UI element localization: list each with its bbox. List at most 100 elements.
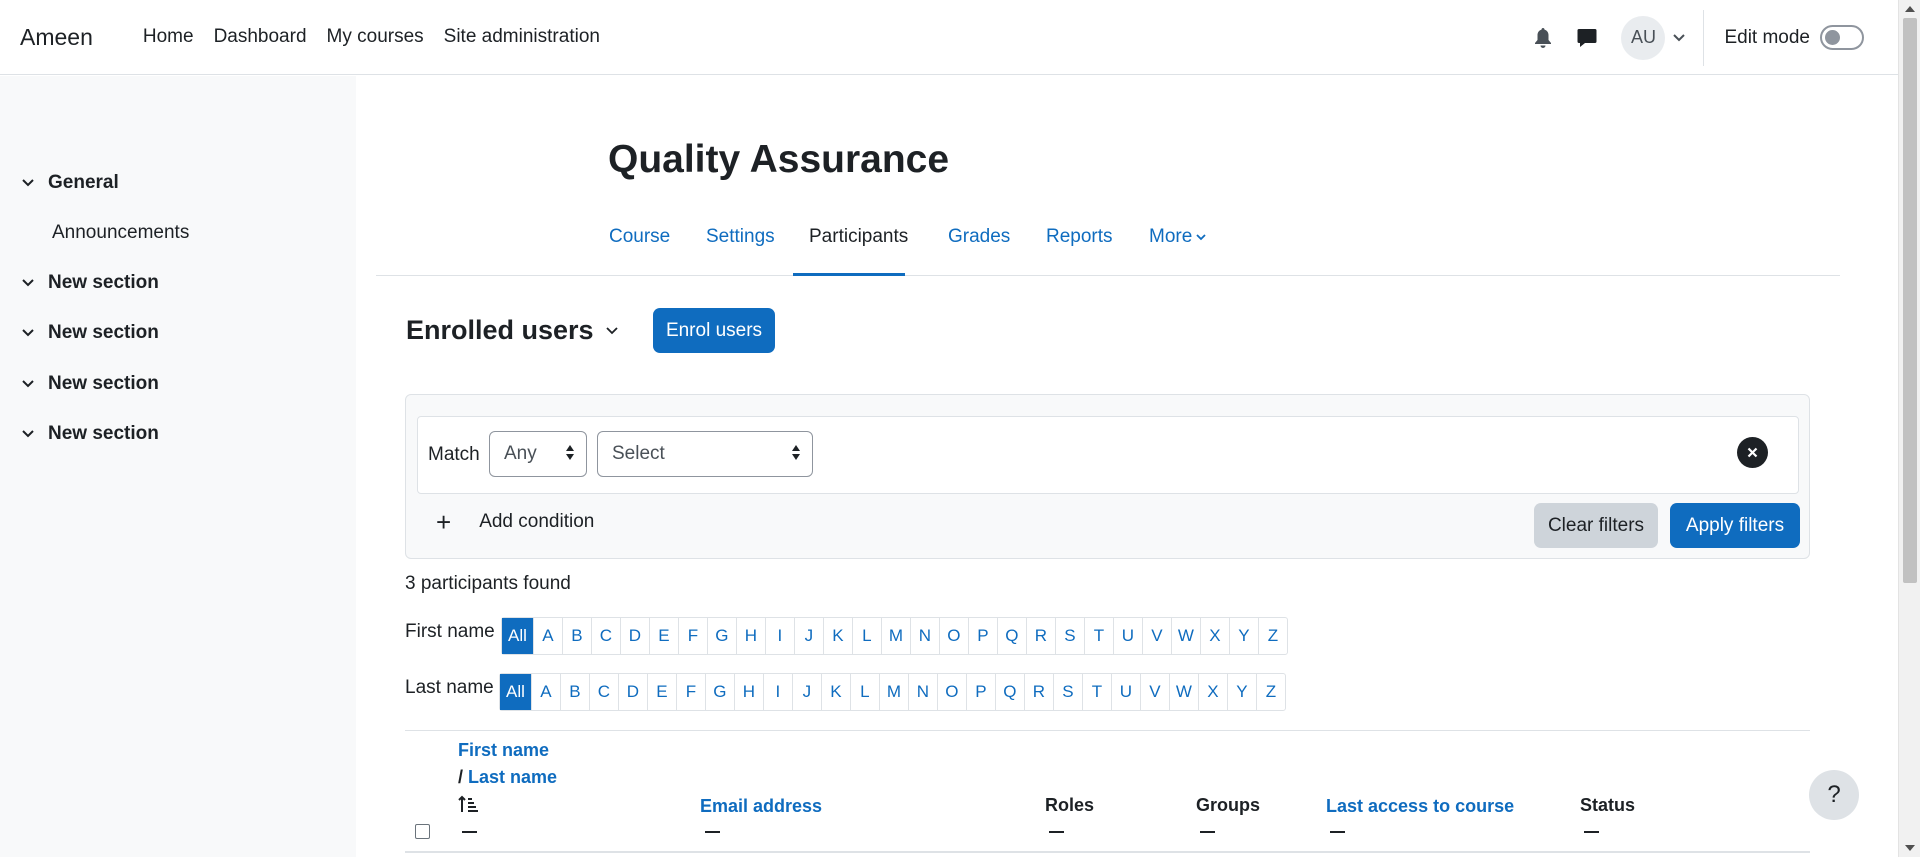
tab-reports[interactable]: Reports — [1046, 226, 1113, 276]
initial-letter-button[interactable]: F — [675, 674, 705, 710]
initial-letter-button[interactable]: U — [1112, 618, 1142, 654]
edit-mode-toggle[interactable] — [1820, 25, 1864, 50]
hide-column-dash-icon[interactable] — [1200, 831, 1215, 833]
initial-letter-button[interactable]: L — [851, 618, 881, 654]
initial-letter-button[interactable]: B — [561, 618, 591, 654]
user-menu-chevron-icon[interactable] — [1673, 33, 1686, 42]
initial-letter-button[interactable]: W — [1168, 674, 1198, 710]
chevron-down-icon[interactable] — [22, 179, 36, 187]
initial-letter-button[interactable]: T — [1083, 618, 1113, 654]
initial-letter-button[interactable]: Q — [996, 618, 1026, 654]
initial-letter-button[interactable]: Z — [1257, 618, 1287, 654]
initial-letter-button[interactable]: N — [909, 618, 939, 654]
course-index-section-3[interactable]: New section — [22, 373, 159, 395]
site-brand[interactable]: Ameen — [20, 24, 93, 51]
initial-letter-button[interactable]: G — [706, 618, 736, 654]
initial-letter-button[interactable]: Z — [1255, 674, 1285, 710]
user-avatar[interactable]: AU — [1621, 15, 1666, 60]
enrol-users-button[interactable]: Enrol users — [653, 308, 775, 353]
nav-dashboard-link[interactable]: Dashboard — [204, 26, 317, 48]
initial-all-button[interactable]: All — [502, 618, 533, 654]
initial-letter-button[interactable]: E — [648, 618, 678, 654]
hide-column-dash-icon[interactable] — [1330, 831, 1345, 833]
initial-letter-button[interactable]: T — [1081, 674, 1111, 710]
initial-letter-button[interactable]: X — [1199, 618, 1229, 654]
course-index-section-1[interactable]: New section — [22, 272, 159, 294]
initial-letter-button[interactable]: J — [793, 618, 823, 654]
initial-letter-button[interactable]: S — [1054, 618, 1084, 654]
initial-letter-button[interactable]: H — [735, 618, 765, 654]
initial-letter-button[interactable]: K — [820, 674, 850, 710]
initial-letter-button[interactable]: L — [849, 674, 879, 710]
chevron-down-icon[interactable] — [22, 329, 36, 337]
notifications-button[interactable] — [1523, 18, 1563, 58]
initial-letter-button[interactable]: V — [1139, 674, 1169, 710]
initial-letter-button[interactable]: N — [907, 674, 937, 710]
select-all-checkbox[interactable] — [415, 824, 430, 839]
initial-letter-button[interactable]: H — [733, 674, 763, 710]
chevron-down-icon[interactable] — [605, 326, 618, 335]
initial-letter-button[interactable]: E — [646, 674, 676, 710]
initial-letter-button[interactable]: M — [880, 618, 910, 654]
match-select[interactable]: Any — [489, 431, 587, 477]
course-index-item-announcements[interactable]: Announcements — [52, 222, 189, 244]
messages-button[interactable] — [1567, 18, 1607, 58]
initial-letter-button[interactable]: D — [617, 674, 647, 710]
initial-letter-button[interactable]: G — [704, 674, 734, 710]
initial-letter-button[interactable]: X — [1197, 674, 1227, 710]
initial-letter-button[interactable]: J — [791, 674, 821, 710]
initial-letter-button[interactable]: Y — [1228, 618, 1258, 654]
course-index-section-2[interactable]: New section — [22, 322, 159, 344]
course-index-section-general[interactable]: General — [22, 172, 119, 194]
initial-letter-button[interactable]: P — [967, 618, 997, 654]
hide-column-dash-icon[interactable] — [705, 831, 720, 833]
hide-column-dash-icon[interactable] — [462, 831, 477, 833]
page-scrollbar[interactable] — [1898, 0, 1920, 857]
initial-letter-button[interactable]: C — [588, 674, 618, 710]
tab-course[interactable]: Course — [609, 226, 670, 276]
chevron-down-icon[interactable] — [22, 279, 36, 287]
add-condition-button[interactable]: + Add condition — [436, 509, 594, 535]
initial-letter-button[interactable]: D — [619, 618, 649, 654]
initial-letter-button[interactable]: R — [1025, 618, 1055, 654]
initial-letter-button[interactable]: F — [677, 618, 707, 654]
filter-type-select[interactable]: Select — [597, 431, 813, 477]
col-header-last-access[interactable]: Last access to course — [1326, 796, 1514, 817]
initial-letter-button[interactable]: P — [965, 674, 995, 710]
tab-settings[interactable]: Settings — [706, 226, 775, 276]
initial-letter-button[interactable]: Q — [994, 674, 1024, 710]
initial-letter-button[interactable]: R — [1023, 674, 1053, 710]
initial-letter-button[interactable]: B — [559, 674, 589, 710]
tab-more[interactable]: More — [1149, 226, 1206, 276]
col-header-email[interactable]: Email address — [700, 796, 822, 817]
tab-grades[interactable]: Grades — [948, 226, 1010, 276]
initial-letter-button[interactable]: A — [530, 674, 560, 710]
nav-site-admin-link[interactable]: Site administration — [434, 26, 610, 48]
initial-letter-button[interactable]: K — [822, 618, 852, 654]
scroll-up-arrow-icon[interactable] — [1905, 6, 1915, 12]
initial-letter-button[interactable]: Y — [1226, 674, 1256, 710]
initial-letter-button[interactable]: C — [590, 618, 620, 654]
tab-participants[interactable]: Participants — [793, 226, 908, 276]
initial-letter-button[interactable]: U — [1110, 674, 1140, 710]
scroll-down-arrow-icon[interactable] — [1905, 845, 1915, 851]
remove-filter-close-icon[interactable] — [1737, 437, 1768, 468]
initial-letter-button[interactable]: W — [1170, 618, 1200, 654]
initial-letter-button[interactable]: I — [764, 618, 794, 654]
nav-home-link[interactable]: Home — [133, 26, 204, 48]
scroll-thumb[interactable] — [1903, 18, 1917, 583]
initial-letter-button[interactable]: O — [936, 674, 966, 710]
course-index-section-4[interactable]: New section — [22, 423, 159, 445]
sort-ascending-icon[interactable] — [458, 795, 480, 819]
hide-column-dash-icon[interactable] — [1584, 831, 1599, 833]
apply-filters-button[interactable]: Apply filters — [1670, 503, 1800, 548]
help-button[interactable]: ? — [1809, 770, 1859, 820]
chevron-down-icon[interactable] — [22, 380, 36, 388]
hide-column-dash-icon[interactable] — [1049, 831, 1064, 833]
nav-my-courses-link[interactable]: My courses — [317, 26, 434, 48]
col-header-lastname[interactable]: Last name — [468, 767, 557, 787]
initial-all-button[interactable]: All — [500, 674, 531, 710]
col-header-firstname[interactable]: First name — [458, 740, 549, 761]
initial-letter-button[interactable]: V — [1141, 618, 1171, 654]
chevron-down-icon[interactable] — [22, 430, 36, 438]
